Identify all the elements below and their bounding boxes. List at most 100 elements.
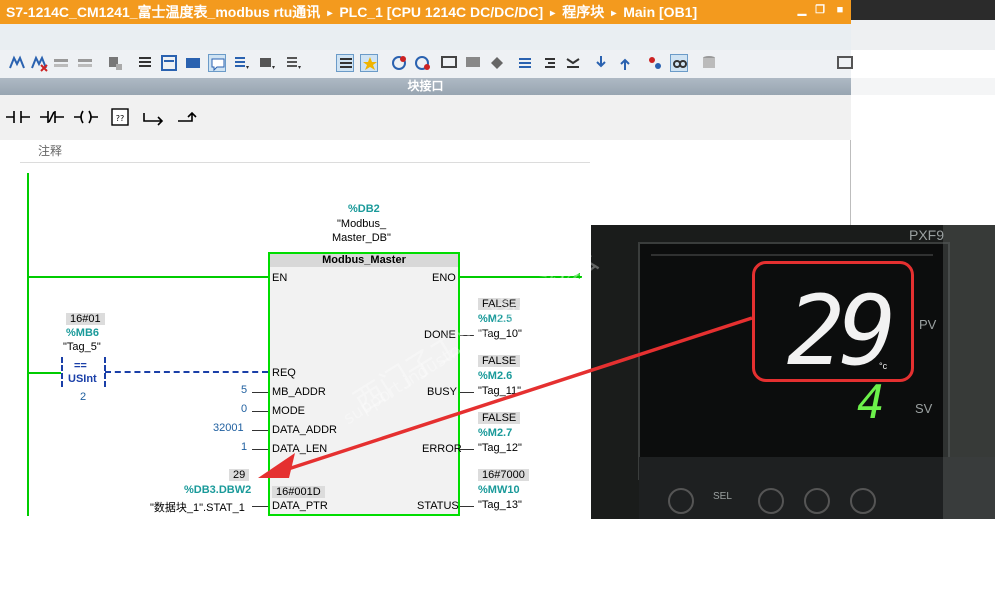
- compare-power-line: [29, 372, 61, 374]
- restore-button[interactable]: ❐: [814, 4, 826, 16]
- monitor-icon[interactable]: [440, 54, 458, 72]
- title-folder[interactable]: 程序块: [562, 4, 604, 20]
- download-icon[interactable]: [592, 54, 610, 72]
- favorites-icon[interactable]: [258, 54, 276, 72]
- minimize-button[interactable]: ▁: [796, 4, 808, 16]
- sv-label: SV: [915, 401, 933, 416]
- upload-icon[interactable]: [616, 54, 634, 72]
- online-icon[interactable]: [646, 54, 664, 72]
- busy-address[interactable]: %M2.6: [478, 370, 512, 382]
- pin-mode: MODE: [272, 405, 305, 417]
- outer-panel-strip: [851, 78, 995, 95]
- busy-status: FALSE: [478, 355, 521, 367]
- busy-wire: [460, 392, 474, 393]
- breadcrumb-separator: ▸: [550, 8, 556, 19]
- compare-operand-address[interactable]: %MB6: [66, 327, 99, 339]
- pin-busy: BUSY: [427, 386, 457, 398]
- instance-db-name-1[interactable]: "Modbus_: [337, 218, 386, 230]
- error-address[interactable]: %M2.7: [478, 427, 512, 439]
- add-row-icon[interactable]: [76, 54, 94, 72]
- close-button[interactable]: ■: [834, 4, 846, 16]
- compare-second-operand[interactable]: 2: [80, 391, 86, 403]
- block-title[interactable]: Modbus_Master: [270, 254, 458, 267]
- star-icon[interactable]: [360, 54, 378, 72]
- title-block[interactable]: Main [OB1]: [623, 4, 697, 20]
- nc-contact-icon[interactable]: [38, 105, 66, 129]
- indent-icon[interactable]: [516, 54, 534, 72]
- outer-window-strip: [851, 0, 995, 20]
- clear-icon[interactable]: [106, 54, 124, 72]
- title-project: S7-1214C_CM1241_富士温度表_modbus rtu通讯: [6, 4, 321, 20]
- status-address[interactable]: %MW10: [478, 484, 520, 496]
- model-label: PXF9: [909, 227, 945, 243]
- network-comments-icon[interactable]: [208, 54, 226, 72]
- outdent-icon[interactable]: [540, 54, 558, 72]
- absolute-operands-icon[interactable]: [232, 54, 250, 72]
- database-icon[interactable]: [700, 54, 718, 72]
- pin-mb-addr: MB_ADDR: [272, 386, 326, 398]
- req-wire: [105, 371, 268, 373]
- compare-operand-tag[interactable]: "Tag_5": [63, 341, 101, 353]
- error-wire: [460, 449, 474, 450]
- empty-box-icon[interactable]: ??: [106, 105, 134, 129]
- compare-icon[interactable]: [464, 54, 482, 72]
- network-comment-label[interactable]: 注释: [38, 142, 62, 159]
- compare-type[interactable]: USInt: [68, 373, 97, 385]
- mode-value[interactable]: 0: [241, 403, 247, 415]
- pin-error: ERROR: [422, 443, 462, 455]
- sel-button-label: SEL: [713, 491, 732, 502]
- comment-underline: [20, 162, 590, 163]
- pin-status: STATUS: [417, 500, 459, 512]
- pin-req: REQ: [272, 367, 296, 379]
- pin-eno: ENO: [432, 272, 456, 284]
- close-all-networks-icon[interactable]: [184, 54, 202, 72]
- open-all-networks-icon[interactable]: [160, 54, 178, 72]
- data-ptr-tag[interactable]: "数据块_1".STAT_1: [150, 499, 245, 515]
- no-contact-icon[interactable]: [4, 105, 32, 129]
- insert-row-icon[interactable]: [52, 54, 70, 72]
- panel-toggle-icon[interactable]: [836, 54, 854, 72]
- block-interface-bar[interactable]: 块接口: [0, 78, 851, 95]
- coil-icon[interactable]: [72, 105, 100, 129]
- mb-addr-value[interactable]: 5: [241, 384, 247, 396]
- go-to-next-error-icon[interactable]: [414, 54, 432, 72]
- data-addr-wire: [252, 430, 268, 431]
- instance-db-address[interactable]: %DB2: [348, 203, 380, 215]
- insert-network-icon[interactable]: [8, 54, 26, 72]
- reading-highlight: [752, 261, 914, 382]
- outer-panel-strip: [851, 20, 995, 50]
- mode-wire: [252, 411, 268, 412]
- instruction-list-icon[interactable]: [336, 54, 354, 72]
- title-bar: S7-1214C_CM1241_富士温度表_modbus rtu通讯 ▸ PLC_1…: [0, 0, 851, 24]
- pin-data-len: DATA_LEN: [272, 443, 328, 455]
- data-addr-value[interactable]: 32001: [213, 422, 244, 434]
- power-rail: [27, 173, 29, 516]
- status-tag[interactable]: "Tag_13": [478, 499, 522, 511]
- go-to-error-icon[interactable]: [390, 54, 408, 72]
- error-status: FALSE: [478, 412, 521, 424]
- title-device[interactable]: PLC_1 [CPU 1214C DC/DC/DC]: [339, 4, 543, 20]
- busy-tag[interactable]: "Tag_11": [478, 385, 521, 397]
- close-branch-icon[interactable]: [174, 105, 202, 129]
- temperature-controller-photo: 29 °c 4 PXF9 PV SV SEL: [591, 225, 995, 519]
- compare-operator: ==: [74, 360, 87, 372]
- pin-data-addr: DATA_ADDR: [272, 424, 337, 436]
- data-ptr-address[interactable]: %DB3.DBW2: [184, 484, 251, 496]
- format-icon[interactable]: [564, 54, 582, 72]
- open-branch-icon[interactable]: [140, 105, 168, 129]
- monitoring-on-off-icon[interactable]: [670, 54, 688, 72]
- editor-toolbar: [0, 50, 854, 79]
- instance-db-name-2[interactable]: Master_DB": [332, 232, 391, 244]
- mb-addr-wire: [252, 392, 268, 393]
- delete-network-icon[interactable]: [30, 54, 48, 72]
- snapshot-icon[interactable]: [488, 54, 506, 72]
- error-tag[interactable]: "Tag_12": [478, 442, 522, 454]
- compare-operand-value: 16#01: [66, 313, 105, 325]
- pin-en: EN: [272, 272, 288, 284]
- networks-list-icon[interactable]: [136, 54, 154, 72]
- lad-favorites-bar: ??: [0, 95, 851, 141]
- tag-info-icon[interactable]: [284, 54, 302, 72]
- data-len-value[interactable]: 1: [241, 441, 247, 453]
- status-value: 16#7000: [478, 469, 529, 481]
- data-ptr-inner-value: 16#001D: [272, 486, 325, 498]
